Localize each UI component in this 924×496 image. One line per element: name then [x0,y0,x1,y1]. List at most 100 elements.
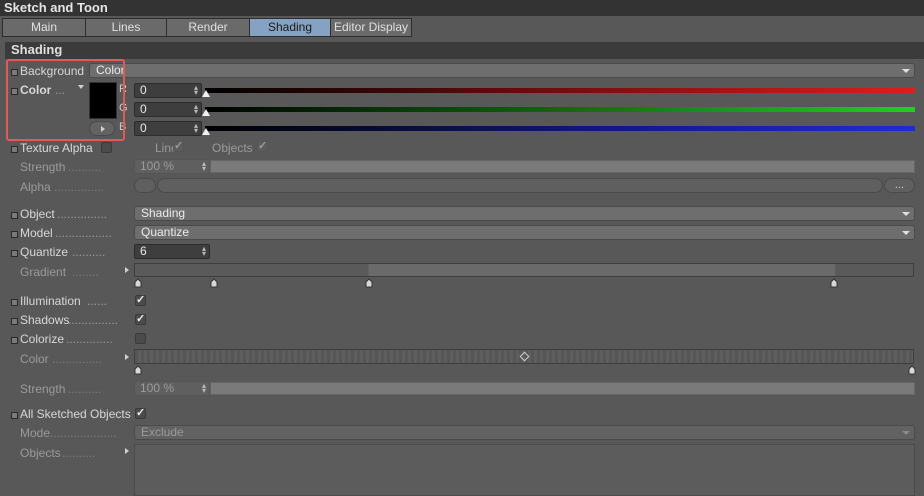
illumination-dots: ...... [87,294,108,308]
channel-b-label: B [119,121,127,133]
object-dropdown[interactable]: Shading [134,206,915,221]
colorize-strength-input[interactable]: 100 % ▴ ▾ [134,381,210,396]
spinner-arrows-icon[interactable]: ▴ ▾ [201,160,207,173]
mode-dropdown[interactable]: Exclude [134,425,915,440]
quantize-label: Quantize [20,245,69,259]
all-sketched-label: All Sketched Objects [20,407,131,421]
gradient-stop-icon[interactable] [210,278,218,288]
objects-checkbox[interactable]: ✓ [257,141,268,152]
channel-g-input[interactable]: 0 ▴ ▾ [134,102,202,117]
color-swatch[interactable] [89,82,117,119]
strength-dots: .......... [68,160,102,174]
tab-bar: Main Lines Render Shading Editor Display [2,18,412,38]
spinner-arrows-icon[interactable]: ▴ ▾ [193,122,199,135]
section-header-shading: Shading [5,42,924,59]
animation-bullet-icon[interactable] [11,212,18,219]
expand-arrow-icon[interactable] [125,448,129,454]
alpha-dots: ............... [54,180,105,194]
mode-row: Mode .................... Exclude [0,425,924,443]
animation-bullet-icon[interactable] [11,299,18,306]
quantize-dots: .......... [72,245,106,259]
all-sketched-checkbox[interactable]: ✓ [135,408,146,419]
all-sketched-row: All Sketched Objects ✓ [0,406,924,424]
tab-shading[interactable]: Shading [249,18,331,37]
expand-arrow-icon[interactable] [125,267,129,273]
shadows-row: Shadows ............... ✓ [0,312,924,330]
tab-lines[interactable]: Lines [85,18,167,37]
objects-list-box[interactable] [134,444,915,496]
channel-r-label: R [119,83,127,95]
slider-knob-icon[interactable] [202,128,210,135]
model-dropdown[interactable]: Quantize [134,225,915,240]
alpha-texture-field[interactable] [157,178,883,193]
window-title: Sketch and Toon [0,0,924,16]
illumination-checkbox[interactable]: ✓ [135,295,146,306]
gradient-bar[interactable] [134,263,914,277]
alpha-row: Alpha ............... ... [0,178,924,196]
animation-bullet-icon[interactable] [11,318,18,325]
chevron-down-icon [902,212,910,216]
shadows-checkbox[interactable]: ✓ [135,314,146,325]
play-icon [101,126,105,132]
channel-b-input[interactable]: 0 ▴ ▾ [134,121,202,136]
alpha-label: Alpha [20,180,51,194]
color-picker-button[interactable] [89,121,115,136]
strength-row: Strength .......... 100 % ▴ ▾ [0,159,924,177]
tab-render[interactable]: Render [166,18,250,37]
mode-dots: .................... [50,426,117,440]
color-menu-arrow-icon[interactable] [78,85,84,89]
animation-bullet-icon[interactable] [11,231,18,238]
strength-slider[interactable] [210,160,915,173]
quantize-row: Quantize .......... 6 ▴ ▾ [0,244,924,262]
animation-bullet-icon[interactable] [11,250,18,257]
gradient-stop-icon[interactable] [134,278,142,288]
channel-b-slider[interactable] [205,126,915,131]
chevron-down-icon [902,231,910,235]
animation-bullet-icon[interactable] [11,337,18,344]
shadows-dots: ............... [68,313,119,327]
gradient-label: Gradient [20,265,67,279]
spinner-arrows-icon[interactable]: ▴ ▾ [193,103,199,116]
animation-bullet-icon[interactable] [11,412,18,419]
channel-r-slider[interactable] [205,88,915,93]
strength-input[interactable]: 100 % ▴ ▾ [134,159,210,174]
objects-label: Objects [212,141,253,155]
channel-g-value: 0 [140,102,147,116]
alpha-browse-button[interactable]: ... [884,178,915,193]
texture-alpha-checkbox[interactable] [101,142,112,153]
background-dropdown[interactable]: Color [89,63,915,78]
tab-main[interactable]: Main [2,18,86,37]
alpha-preview-button[interactable] [134,178,156,193]
quantize-input[interactable]: 6 ▴ ▾ [134,244,210,259]
background-label: Background [20,64,85,78]
colorize-strength-dots: .......... [68,382,102,396]
slider-knob-icon[interactable] [202,90,210,97]
background-row: Background Color [0,63,924,81]
spinner-arrows-icon[interactable]: ▴ ▾ [201,245,207,258]
channel-r-input[interactable]: 0 ▴ ▾ [134,83,202,98]
spinner-arrows-icon[interactable]: ▴ ▾ [193,84,199,97]
gradient-dots: ........ [72,265,99,279]
gradient-midpoint-icon[interactable] [519,351,530,362]
color-dots: ... [55,83,66,97]
gradient-stop-icon[interactable] [830,278,838,288]
animation-bullet-icon[interactable] [11,88,18,95]
texture-alpha-label: Texture Alpha [20,141,93,155]
lines-checkbox[interactable]: ✓ [173,141,184,152]
channel-g-slider[interactable] [205,107,915,112]
animation-bullet-icon[interactable] [11,69,18,76]
slider-knob-icon[interactable] [202,109,210,116]
tab-editor-display[interactable]: Editor Display [330,18,412,37]
expand-arrow-icon[interactable] [125,354,129,360]
gradient-stop-icon[interactable] [365,278,373,288]
animation-bullet-icon[interactable] [11,146,18,153]
colorize-checkbox[interactable] [135,333,146,344]
colorize-strength-slider[interactable] [210,382,915,395]
colorize-dots: .............. [66,332,113,346]
colorize-gradient-bar[interactable] [134,349,914,364]
gradient-stop-icon[interactable] [134,365,142,375]
object-value: Shading [141,206,186,220]
mode-value: Exclude [141,425,184,439]
gradient-stop-icon[interactable] [908,365,916,375]
spinner-arrows-icon[interactable]: ▴ ▾ [201,382,207,395]
